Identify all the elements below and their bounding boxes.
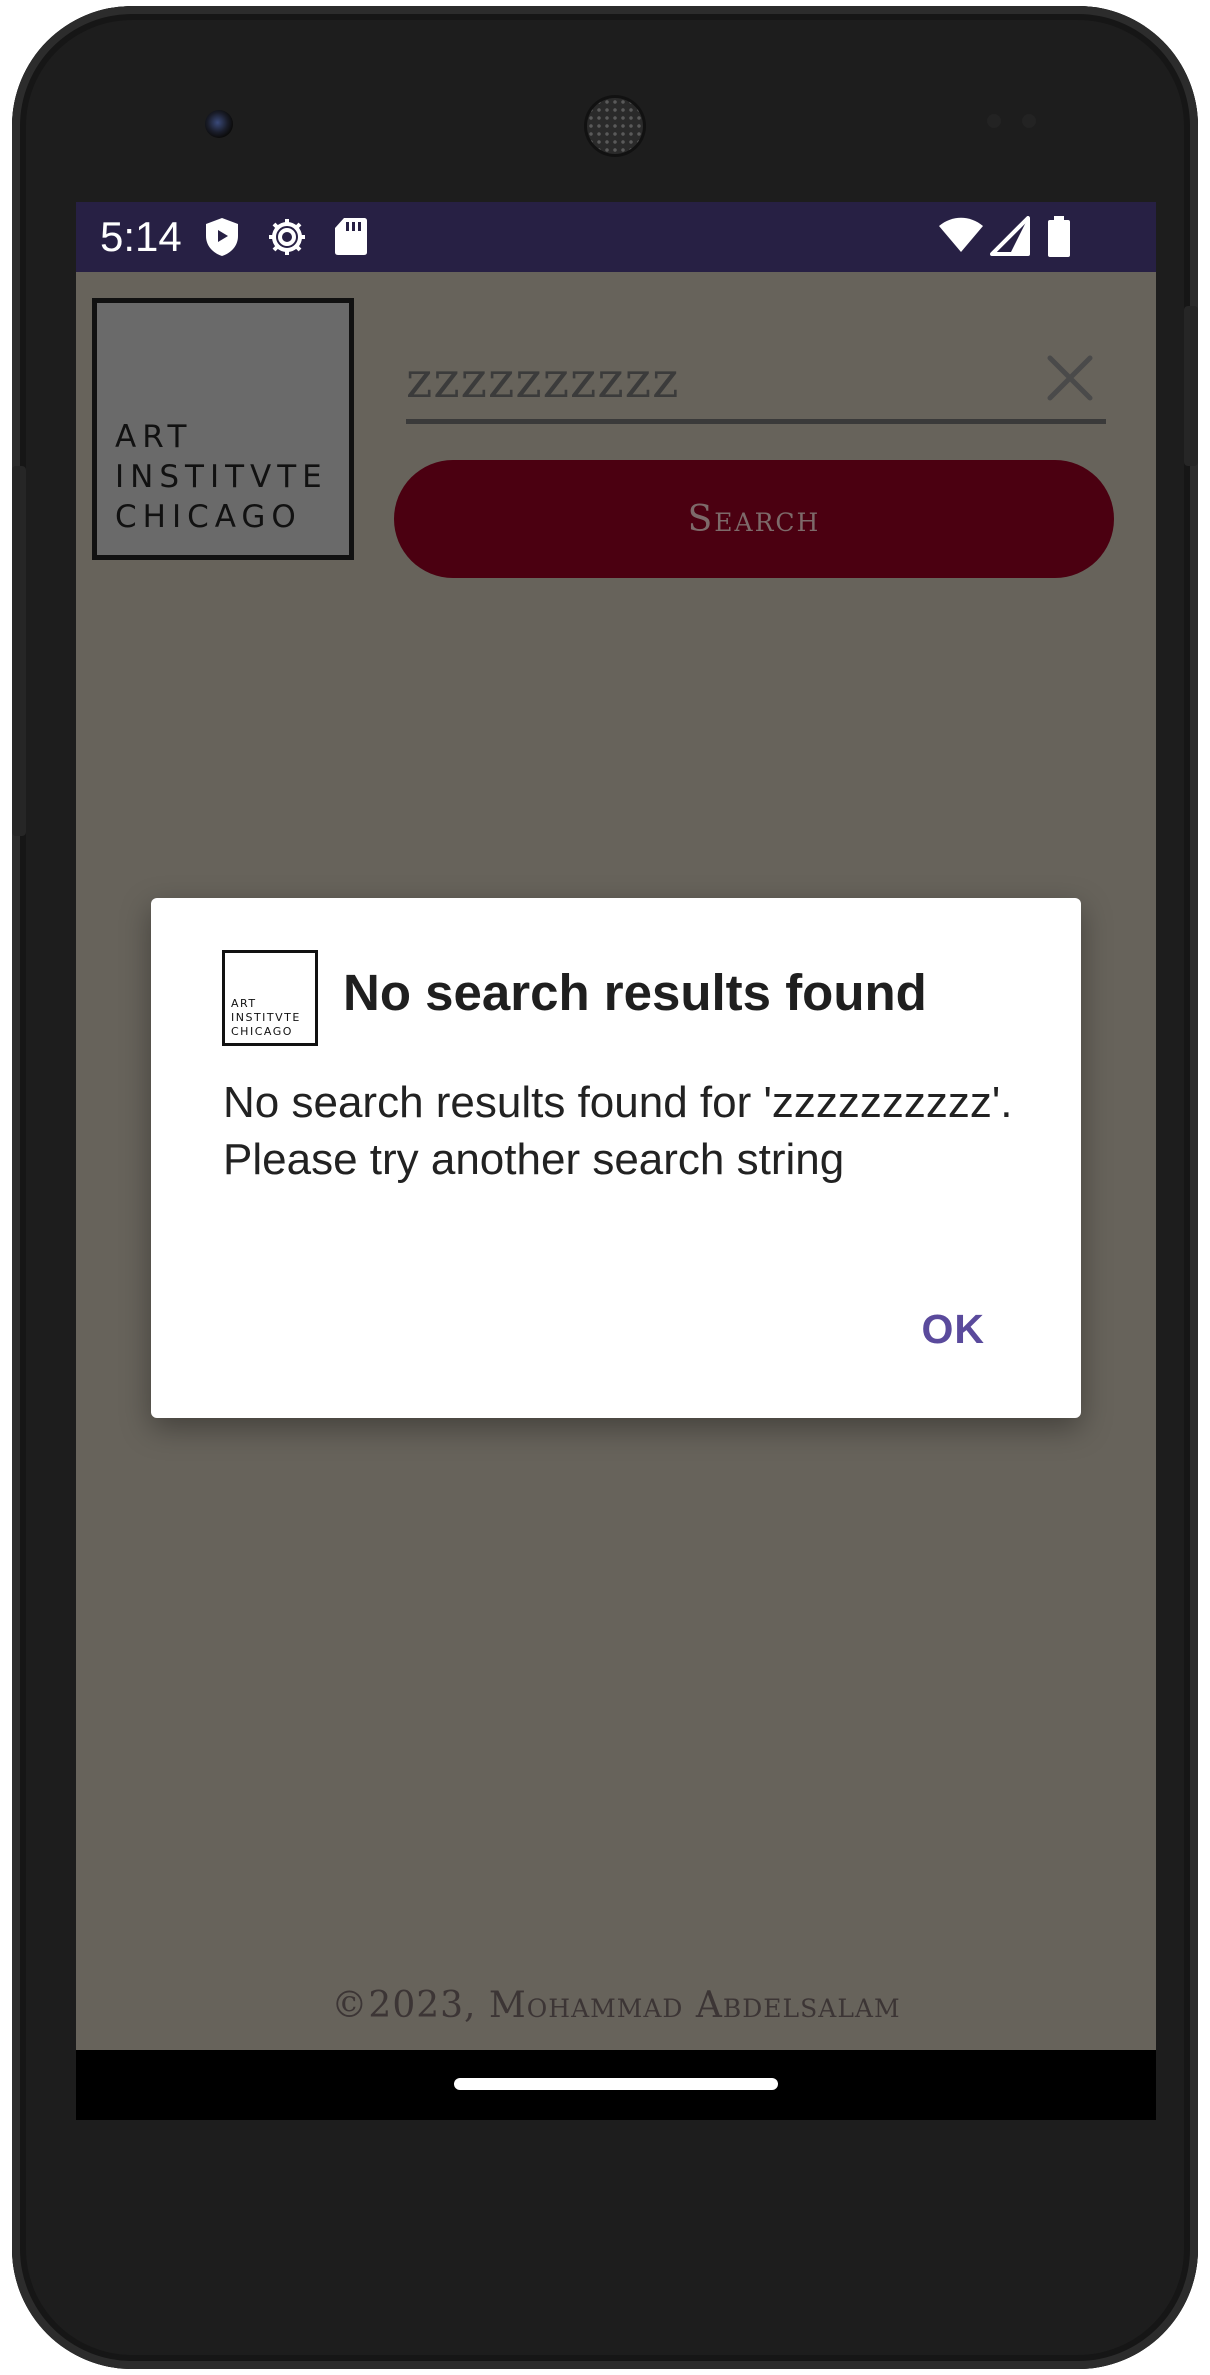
logo-line: INSTITVTE: [115, 459, 328, 495]
copyright-footer: ©2023, Mohammad Abdelsalam: [331, 1985, 901, 2026]
dialog-logo-line: CHICAGO: [231, 1025, 293, 1038]
signal-icon: [990, 216, 1030, 256]
art-institute-logo: ART INSTITVTE CHICAGO: [92, 298, 354, 560]
navigation-bar: [76, 2050, 1156, 2120]
light-sensor: [1022, 114, 1036, 128]
front-camera: [205, 110, 233, 138]
shield-icon: [206, 218, 238, 256]
search-input-value[interactable]: zzzzzzzzzz: [406, 350, 679, 410]
phone-frame: 5:14 ART INSTITVTE CHICAGO zzzzzzzzzz Se…: [12, 6, 1198, 2369]
search-button-label: Search: [687, 498, 821, 540]
screen: 5:14 ART INSTITVTE CHICAGO zzzzzzzzzz Se…: [76, 202, 1156, 2120]
earpiece-speaker: [587, 98, 643, 154]
dialog-message: No search results found for 'zzzzzzzzzz'…: [223, 1078, 1013, 1184]
no-results-dialog: ART INSTITVTE CHICAGO No search results …: [151, 898, 1081, 1418]
gear-icon: [269, 219, 305, 255]
close-icon[interactable]: [1044, 352, 1096, 404]
battery-icon: [1048, 216, 1070, 257]
status-time: 5:14: [100, 213, 182, 260]
ok-button[interactable]: OK: [922, 1304, 986, 1354]
proximity-sensor: [987, 114, 1001, 128]
logo-line: ART: [115, 419, 193, 455]
search-input[interactable]: zzzzzzzzzz: [406, 342, 1106, 424]
power-button: [1184, 306, 1198, 466]
home-gesture-handle[interactable]: [454, 2078, 778, 2090]
logo-line: CHICAGO: [115, 499, 302, 535]
search-button[interactable]: Search: [394, 460, 1114, 578]
dialog-logo: ART INSTITVTE CHICAGO: [222, 950, 318, 1046]
dialog-logo-line: ART: [231, 997, 257, 1010]
status-bar: 5:14: [76, 202, 1156, 272]
volume-button: [12, 466, 26, 836]
wifi-icon: [939, 217, 983, 252]
dialog-logo-line: INSTITVTE: [231, 1011, 301, 1024]
dialog-title: No search results found: [343, 964, 927, 1021]
sd-card-icon: [335, 218, 367, 255]
